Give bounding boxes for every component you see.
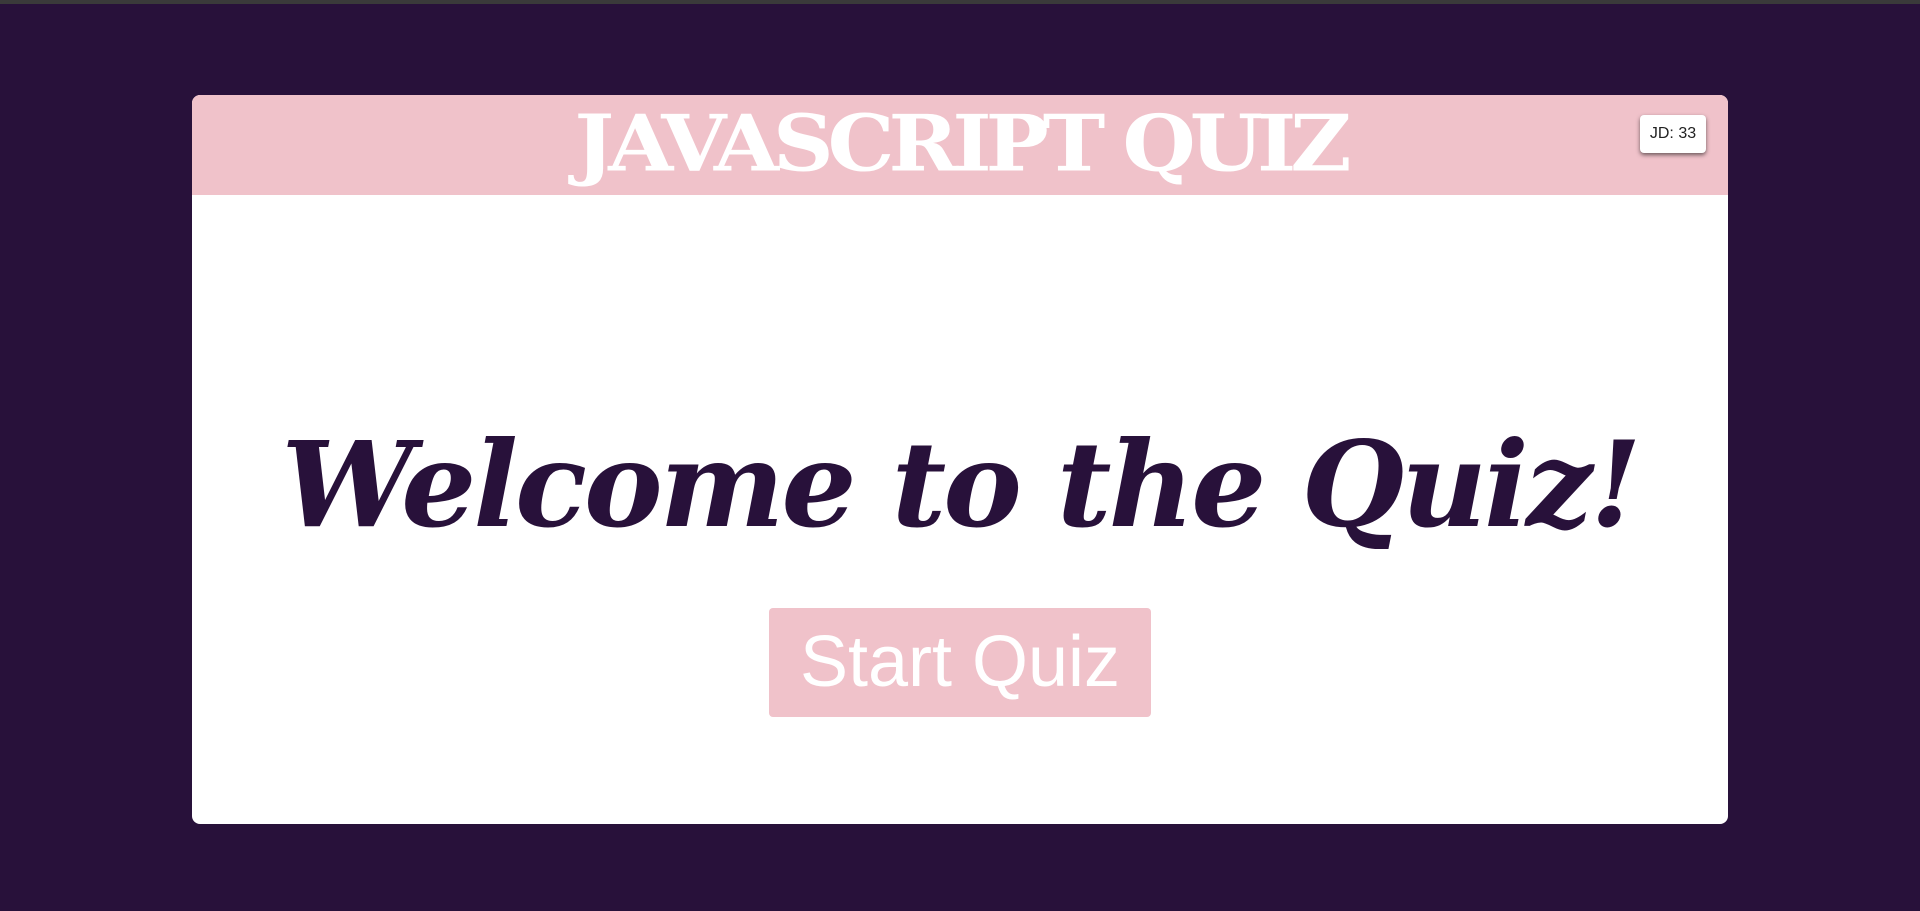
timer-badge: JD: 33	[1640, 115, 1706, 153]
start-quiz-button[interactable]: Start Quiz	[769, 608, 1151, 717]
quiz-card: JAVASCRIPT QUIZ JD: 33 Welcome to the Qu…	[192, 95, 1728, 824]
browser-top-strip	[0, 0, 1920, 4]
quiz-title: JAVASCRIPT QUIZ	[574, 97, 1351, 189]
quiz-header: JAVASCRIPT QUIZ JD: 33	[192, 95, 1728, 195]
welcome-heading: Welcome to the Quiz!	[281, 415, 1641, 554]
